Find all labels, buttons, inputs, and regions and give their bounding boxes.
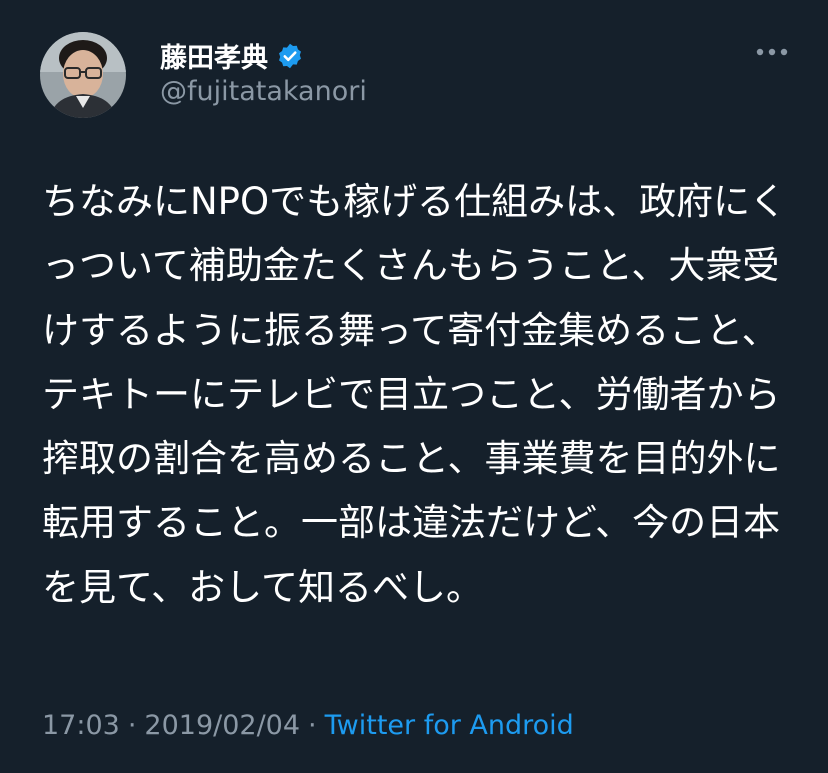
tweet-time[interactable]: 17:03 [42,710,120,741]
more-horizontal-icon [756,48,788,56]
author-name-row: 藤田孝典 [160,36,304,75]
author-handle[interactable]: @fujitatakanori [160,76,367,107]
tweet-text: ちなみにNPOでも稼げる仕組みは、政府にくっついて補助金たくさんもらうこと、大衆… [42,180,787,609]
author-display-name[interactable]: 藤田孝典 [160,36,268,75]
profile-photo-icon [40,32,126,118]
more-options-button[interactable] [752,40,792,64]
tweet-card: 藤田孝典 @fujitatakanori ちなみにNPOでも稼げる仕組みは、政府… [0,0,828,773]
meta-separator: · [308,710,317,741]
tweet-source-link[interactable]: Twitter for Android [325,710,574,741]
tweet-date[interactable]: 2019/02/04 [144,710,300,741]
avatar[interactable] [40,32,126,118]
tweet-meta: 17:03 · 2019/02/04 · Twitter for Android [42,710,574,741]
verified-badge-icon [276,42,304,70]
meta-separator: · [127,710,137,741]
